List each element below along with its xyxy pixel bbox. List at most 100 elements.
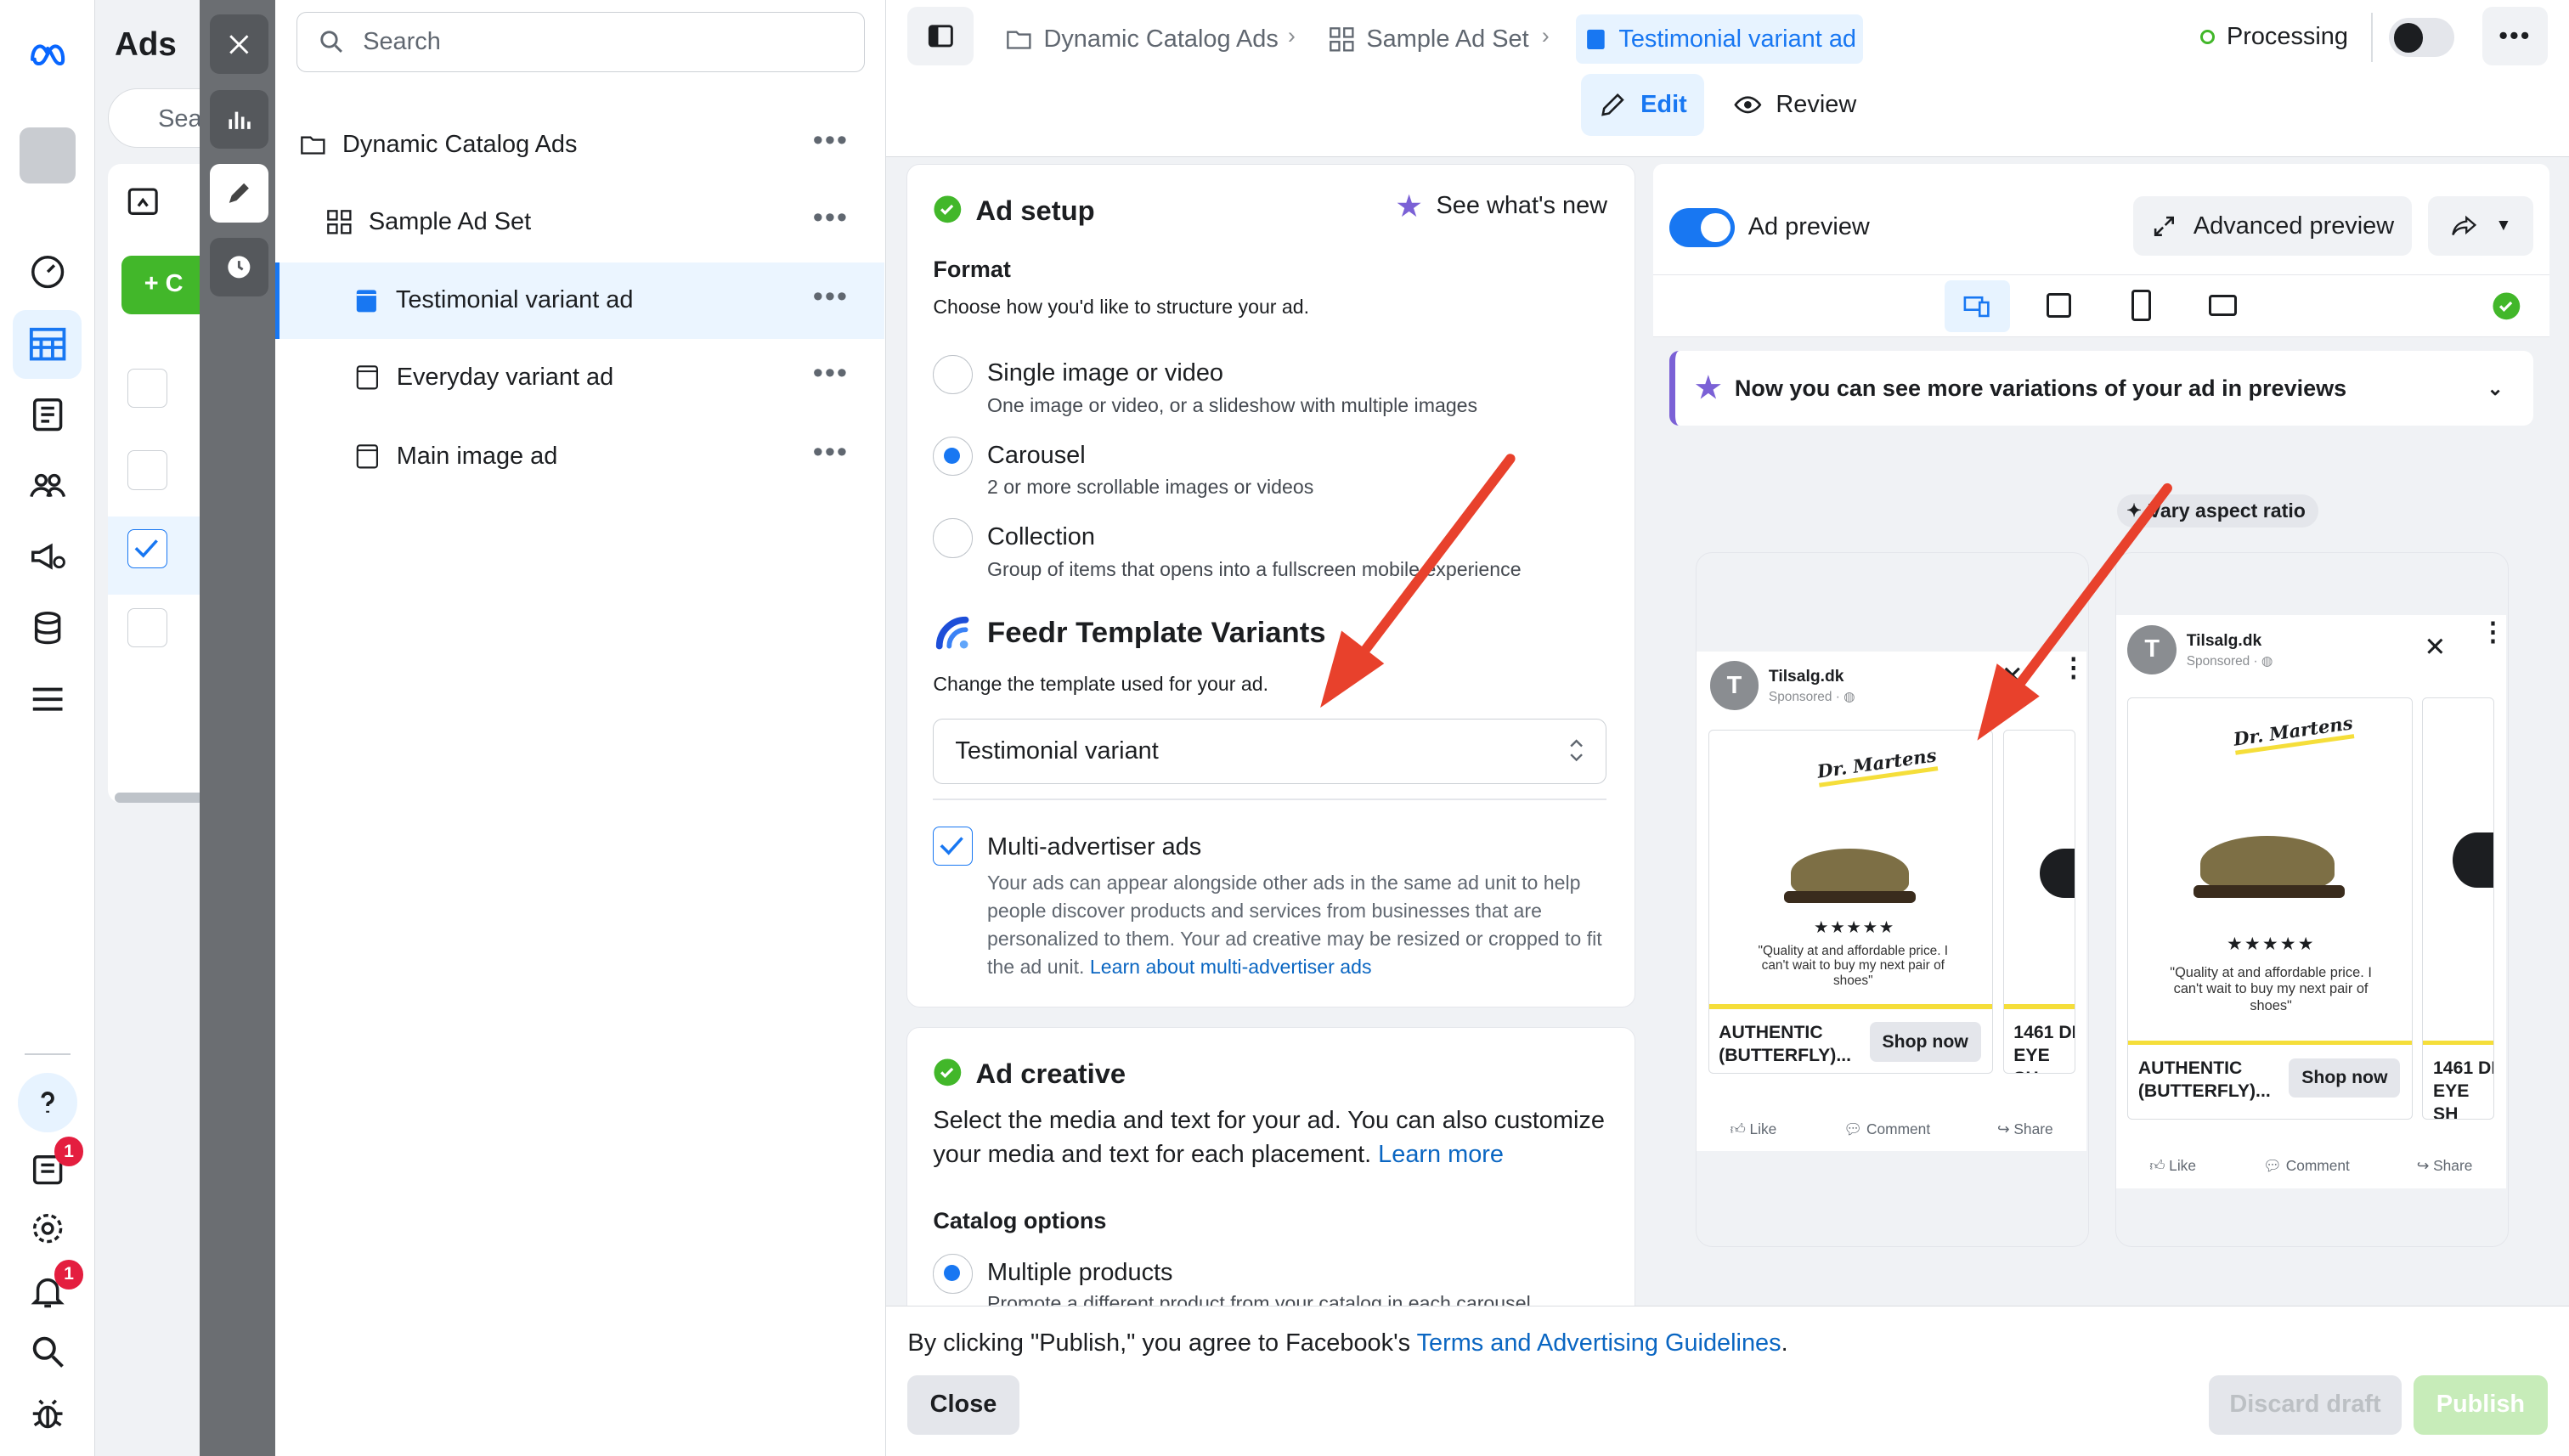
row-checkbox[interactable] [127,450,167,490]
ads-title: Ads [114,25,177,63]
more-options-icon[interactable]: ••• [813,126,849,155]
row-checkbox-checked[interactable] [127,528,167,569]
radio-collection[interactable] [933,518,973,558]
dark-mode-toggle[interactable] [2388,18,2455,58]
radio-carousel[interactable] [933,437,973,477]
comment-button[interactable]: 💬︎ Comment [2263,1157,2350,1175]
global-nav: 1 1 [0,0,95,1456]
option-desc: Group of items that opens into a fullscr… [987,557,1522,580]
learn-more-link[interactable]: Learn more [1378,1141,1504,1168]
carousel-card-partial[interactable]: 1461 DI EYE SH [2002,730,2075,1075]
carousel-card[interactable]: Dr. Martens ★★★★★ "Quality at and afford… [1708,730,1994,1075]
horizontal-scrollbar[interactable] [114,793,213,803]
shoe-image [2200,835,2335,892]
pencil-icon [1601,93,1624,116]
ad-setup-title: Ad setup [975,194,1095,226]
more-vertical-icon[interactable]: ⋮ [2060,654,2086,680]
close-editor-button[interactable] [209,14,269,74]
close-icon[interactable]: ✕ [2002,661,2024,691]
carousel-card-partial[interactable]: 1461 DI EYE SH [2422,697,2495,1120]
editor-footer: By clicking "Publish," you agree to Face… [886,1306,2569,1456]
option-desc: One image or video, or a slideshow with … [987,393,1478,416]
gear-icon[interactable] [25,1205,71,1251]
testimonial-quote: "Quality at and affordable price. I can'… [1758,943,1949,988]
multi-advertiser-link[interactable]: Learn about multi-advertiser ads [1090,956,1372,978]
post-actions: 👍︎ Like 💬︎ Comment ↪ Share [2116,1149,2506,1182]
radio-multiple-products[interactable] [933,1254,973,1294]
help-icon[interactable] [18,1073,77,1132]
campaign-tree: Search Dynamic Catalog Ads ••• Sample Ad… [275,0,887,1456]
folder-icon[interactable] [125,183,174,233]
more-options-icon[interactable]: ••• [2481,6,2548,66]
shop-now-button[interactable]: Shop now [2289,1058,2401,1098]
ad-preview-toggle[interactable] [1669,207,1736,248]
publish-button[interactable]: Publish [2413,1375,2548,1435]
chart-icon[interactable] [209,90,269,150]
tab-review[interactable]: Review [1725,74,1865,136]
like-button[interactable]: 👍︎ Like [2149,1157,2196,1175]
carousel-card[interactable]: Dr. Martens ★★★★★ "Quality at and afford… [2127,697,2413,1120]
caret-down-icon: ▼ [2495,217,2512,235]
tree-item-ad[interactable]: Main image ad ••• [275,418,884,495]
tree-item-label: Everyday variant ad [396,364,614,392]
breadcrumb-adset[interactable]: Sample Ad Set [1320,14,1535,64]
multi-advertiser-checkbox[interactable] [933,827,973,866]
template-select[interactable]: Testimonial variant [933,718,1606,784]
more-options-icon[interactable]: ••• [813,203,849,233]
shop-now-button[interactable]: Shop now [1869,1022,1981,1062]
breadcrumb-ad[interactable]: Testimonial variant ad [1576,14,1863,65]
radio-single-image[interactable] [933,354,973,394]
terms-link[interactable]: Terms and Advertising Guidelines [1417,1329,1781,1357]
close-button[interactable]: Close [907,1375,1019,1435]
more-vertical-icon[interactable]: ⋮ [2480,618,2506,645]
placement-all-icon[interactable] [1945,279,2011,333]
history-clock-icon[interactable] [209,237,269,297]
multi-advertiser-desc: Your ads can appear alongside other ads … [987,872,1602,978]
row-checkbox[interactable] [127,368,167,409]
breadcrumb-campaign[interactable]: Dynamic Catalog Ads [998,14,1285,64]
more-options-icon[interactable]: ••• [813,437,849,466]
feedr-logo-icon [936,617,969,650]
meta-logo-icon[interactable] [25,30,71,76]
account-avatar-icon[interactable] [20,127,76,183]
placement-vertical-icon[interactable] [2131,290,2152,321]
see-whats-new-link[interactable]: ★ See what's new [1395,188,1607,224]
discard-draft-button[interactable]: Discard draft [2208,1375,2402,1435]
tree-search-input[interactable]: Search [296,11,866,72]
chevron-down-icon[interactable]: ⌄ [2487,377,2503,400]
close-icon[interactable]: ✕ [2424,632,2446,663]
fb-post: T Tilsalg.dk Sponsored · ◍ ✕ ⋮ Dr. Marte… [1697,651,2087,1151]
expand-icon [2154,216,2174,236]
billing-icon[interactable] [25,605,71,651]
variations-banner[interactable]: ★ Now you can see more variations of you… [1669,350,2533,426]
format-desc: Choose how you'd like to structure your … [933,296,1310,319]
row-checkbox[interactable] [127,607,167,647]
ads-background-pane: Ads Sea + C [94,0,240,1456]
share-preview-button[interactable]: ▼ [2428,196,2533,256]
sidebar-toggle-icon[interactable] [907,6,974,66]
dashboard-icon[interactable] [25,247,71,293]
tree-item-ad-selected[interactable]: Testimonial variant ad ••• [275,262,885,340]
tree-item-ad[interactable]: Everyday variant ad ••• [275,339,884,416]
placement-square-icon[interactable] [2046,293,2071,319]
placement-horizontal-icon[interactable] [2208,295,2237,317]
share-button[interactable]: ↪ Share [1997,1120,2053,1138]
comment-button[interactable]: 💬︎ Comment [1843,1120,1930,1138]
feedr-desc: Change the template used for your ad. [933,672,1269,695]
campaigns-table-icon[interactable] [25,321,71,367]
campaign-settings-icon[interactable] [25,533,71,578]
more-options-icon[interactable]: ••• [813,358,849,388]
audiences-icon[interactable] [25,462,71,508]
reports-icon[interactable] [25,392,71,437]
pencil-icon[interactable] [209,163,269,223]
menu-icon[interactable] [25,677,71,723]
advanced-preview-button[interactable]: Advanced preview [2133,196,2412,256]
tree-item-campaign[interactable]: Dynamic Catalog Ads ••• [275,106,884,183]
share-button[interactable]: ↪ Share [2417,1157,2473,1175]
tree-item-adset[interactable]: Sample Ad Set ••• [275,183,884,261]
like-button[interactable]: 👍︎ Like [1731,1120,1777,1138]
more-options-icon[interactable]: ••• [813,281,849,311]
search-icon[interactable] [25,1329,71,1374]
bug-icon[interactable] [25,1391,71,1436]
tab-edit[interactable]: Edit [1581,73,1704,137]
